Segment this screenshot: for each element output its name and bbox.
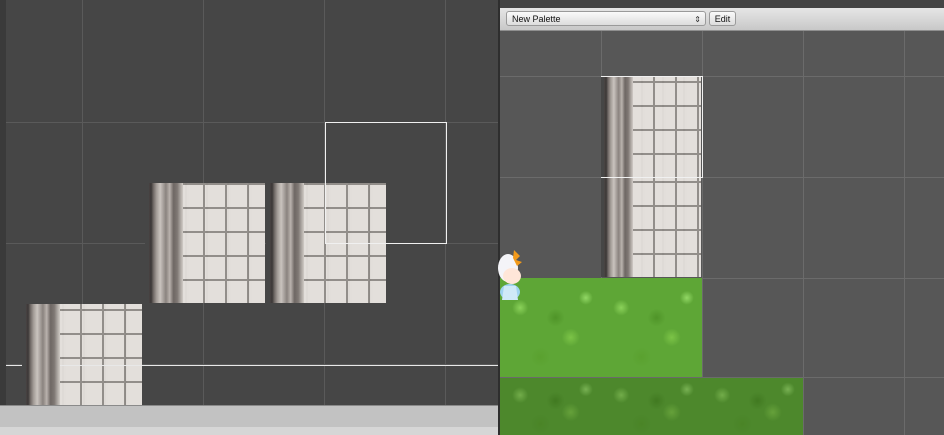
palette-dropdown[interactable]: New Palette ⇕ (506, 11, 706, 26)
palette-grid-line (500, 177, 944, 178)
tile-palette-panel[interactable]: New Palette ⇕ Edit (498, 0, 944, 435)
scene-bottom-strip (0, 427, 498, 435)
selection-line (6, 365, 498, 366)
palette-grass-tile[interactable] (601, 378, 702, 435)
palette-grass-tile[interactable] (601, 278, 702, 377)
palette-grid-line (500, 76, 944, 77)
edit-button[interactable]: Edit (709, 11, 736, 26)
palette-grass-tile[interactable] (500, 378, 601, 435)
scene-view[interactable] (0, 0, 498, 435)
wall-tile[interactable] (145, 183, 265, 303)
character-sprite (498, 250, 522, 300)
palette-grid-line (803, 31, 804, 435)
palette-grass-tile[interactable] (702, 378, 803, 435)
palette-wall-tile[interactable] (601, 178, 701, 277)
dropdown-arrows-icon: ⇕ (694, 15, 701, 24)
wall-tile[interactable] (22, 304, 142, 405)
tile-cursor-outline (325, 122, 447, 244)
scene-left-edge (0, 0, 6, 405)
palette-grid-line (904, 31, 905, 435)
palette-top-strip (500, 0, 944, 8)
palette-dropdown-label: New Palette (512, 14, 561, 24)
palette-toolbar: New Palette ⇕ Edit (500, 8, 944, 31)
